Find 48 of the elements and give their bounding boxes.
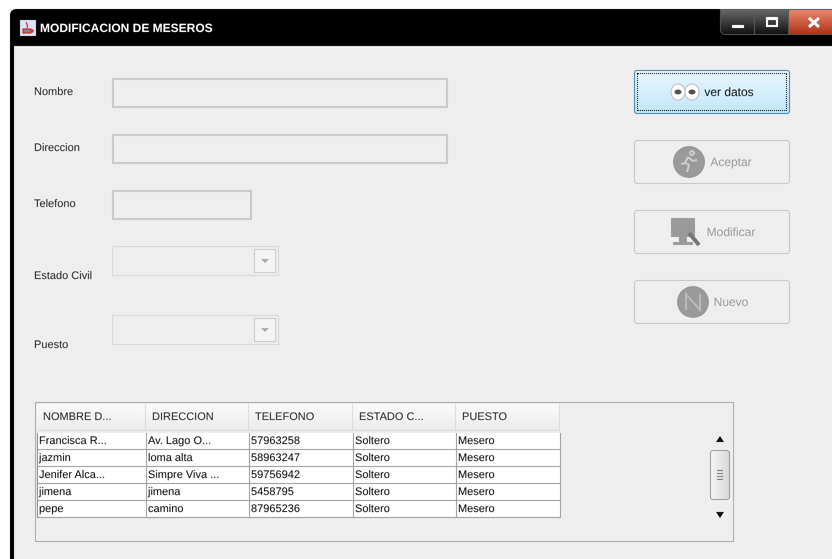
table-cell: Mesero (457, 484, 561, 501)
close-icon (808, 16, 820, 28)
table-cell: Mesero (457, 467, 561, 484)
close-button[interactable] (789, 10, 832, 34)
table-cell: Simpre Viva ... (147, 467, 250, 484)
table-cell: Soltero (354, 467, 457, 484)
table-cell: Francisca R... (38, 433, 147, 450)
table-cell: 5458795 (250, 484, 354, 501)
column-header[interactable]: TELEFONO (249, 404, 353, 431)
table-cell: jimena (147, 484, 250, 501)
column-header[interactable]: NOMBRE D... (37, 404, 146, 431)
runner-icon (672, 145, 706, 179)
field-label: Nombre (34, 85, 74, 100)
field-label: Direccion (34, 141, 81, 156)
table-cell: camino (147, 501, 250, 518)
table-cell: jimena (38, 484, 147, 501)
table-cell: Jenifer Alca... (38, 467, 147, 484)
table-cell: Soltero (354, 484, 457, 501)
table-cell: 87965236 (250, 501, 354, 518)
monitor-icon (668, 215, 703, 249)
table-cell: 59756942 (250, 467, 354, 484)
action-button[interactable]: ver datos (634, 70, 790, 114)
table-cell: Soltero (354, 501, 457, 518)
table-cell: Mesero (457, 501, 561, 518)
column-header[interactable]: DIRECCION (146, 404, 249, 431)
scroll-down-icon (716, 512, 724, 518)
minimize-button[interactable] (721, 10, 755, 34)
table-cell: Av. Lago O... (147, 433, 250, 450)
table-cell: Soltero (354, 450, 457, 467)
table-cell: 57963258 (250, 433, 354, 450)
table-cell: 58963247 (250, 450, 354, 467)
eyes-icon (670, 83, 700, 101)
window-title: MODIFICACION DE MESEROS (40, 20, 213, 36)
field-label: Telefono (34, 197, 77, 212)
scroll-up-icon (716, 436, 724, 442)
table-cell: Mesero (457, 433, 561, 450)
table-cell: Mesero (457, 450, 561, 467)
column-header[interactable]: ESTADO C... (353, 404, 456, 431)
maximize-button[interactable] (755, 10, 789, 34)
table-cell: pepe (38, 501, 147, 518)
coffee-cup-icon (20, 20, 36, 36)
table-cell: loma alta (147, 450, 250, 467)
field-label: Puesto (34, 338, 70, 352)
table-cell: jazmin (38, 450, 147, 467)
scroll-thumb[interactable] (710, 450, 730, 500)
table-cell: Soltero (354, 433, 457, 450)
column-header[interactable]: PUESTO (456, 404, 560, 431)
field-label: Estado Civil (34, 269, 94, 284)
